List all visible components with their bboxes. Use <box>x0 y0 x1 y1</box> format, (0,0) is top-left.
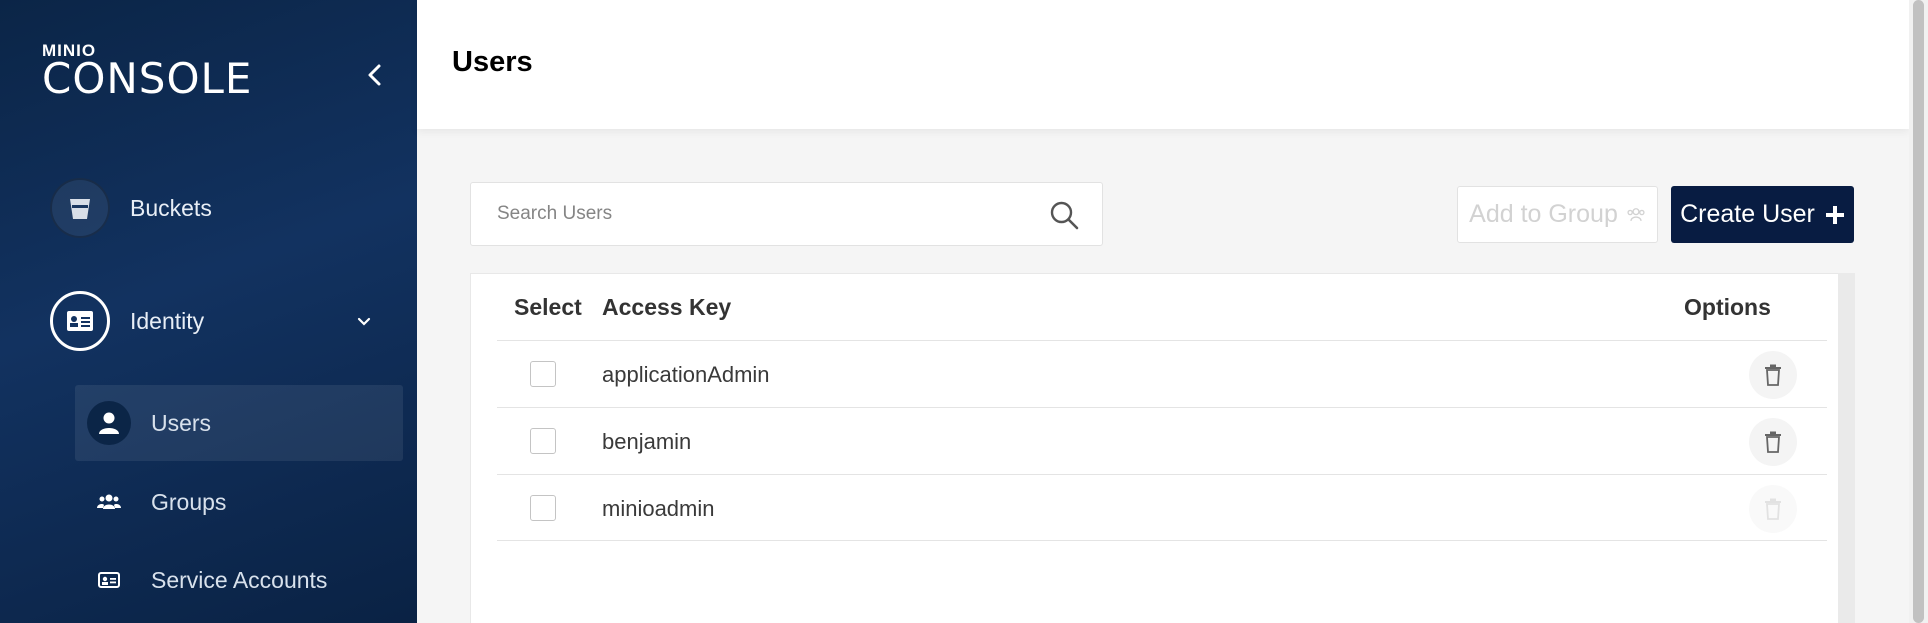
add-to-group-button[interactable]: Add to Group <box>1457 186 1658 243</box>
collapse-sidebar-button[interactable] <box>362 62 388 88</box>
chevron-down-icon[interactable] <box>351 312 377 332</box>
page-header: Users <box>417 0 1909 129</box>
plus-icon <box>1825 205 1844 224</box>
chevron-left-icon <box>368 64 381 86</box>
table-scrollbar[interactable] <box>1838 273 1855 623</box>
page-title: Users <box>452 46 533 78</box>
search-box <box>470 182 1103 246</box>
access-key-cell: benjamin <box>602 429 692 454</box>
delete-user-button[interactable] <box>1749 351 1797 399</box>
delete-user-button-disabled <box>1749 485 1797 533</box>
column-header-access-key[interactable]: Access Key <box>602 294 731 321</box>
row-select-checkbox[interactable] <box>530 495 556 521</box>
delete-user-button[interactable] <box>1749 418 1797 466</box>
table-row[interactable]: applicationAdmin <box>497 340 1827 407</box>
service-account-icon <box>87 558 131 602</box>
column-header-select: Select <box>514 294 582 320</box>
sidebar-subitem-users[interactable]: Users <box>75 385 403 461</box>
sidebar-subitem-groups[interactable]: Groups <box>75 464 403 540</box>
trash-icon <box>1765 498 1781 520</box>
groups-icon <box>87 480 131 524</box>
groups-icon <box>1627 207 1645 221</box>
sidebar-subitem-service-accounts[interactable]: Service Accounts <box>75 542 403 618</box>
bucket-icon <box>50 178 110 238</box>
search-icon[interactable] <box>1049 200 1079 230</box>
minio-console-logo[interactable]: MINIO CONSOLE <box>42 42 253 103</box>
id-card-icon <box>50 291 110 351</box>
row-select-checkbox[interactable] <box>530 428 556 454</box>
sidebar-item-label: Buckets <box>130 194 212 221</box>
access-key-cell: applicationAdmin <box>602 362 770 387</box>
sidebar-subitem-label: Groups <box>151 488 227 515</box>
sidebar-item-buckets[interactable]: Buckets <box>50 178 212 238</box>
trash-icon <box>1765 364 1781 386</box>
add-to-group-label: Add to Group <box>1469 200 1618 228</box>
sidebar-item-label: Identity <box>130 307 205 334</box>
sidebar-subitem-label: Service Accounts <box>151 566 328 593</box>
row-select-checkbox[interactable] <box>530 361 556 387</box>
scrollbar-thumb[interactable] <box>1913 0 1924 623</box>
sidebar: MINIO CONSOLE Buckets Identity Users Gro… <box>0 0 417 623</box>
sidebar-item-identity[interactable]: Identity <box>50 291 204 351</box>
trash-icon <box>1765 431 1781 453</box>
table-row[interactable]: minioadmin <box>497 474 1827 541</box>
table-row-divider <box>497 540 1827 541</box>
user-icon <box>87 401 131 445</box>
create-user-button[interactable]: Create User <box>1671 186 1854 243</box>
create-user-label: Create User <box>1680 200 1815 228</box>
logo-big-text: CONSOLE <box>42 54 253 103</box>
access-key-cell: minioadmin <box>602 496 715 521</box>
table-row[interactable]: benjamin <box>497 407 1827 474</box>
sidebar-subitem-label: Users <box>151 409 212 436</box>
search-input[interactable] <box>497 183 1017 245</box>
page-scrollbar[interactable] <box>1909 0 1928 623</box>
column-header-options: Options <box>1684 294 1771 320</box>
